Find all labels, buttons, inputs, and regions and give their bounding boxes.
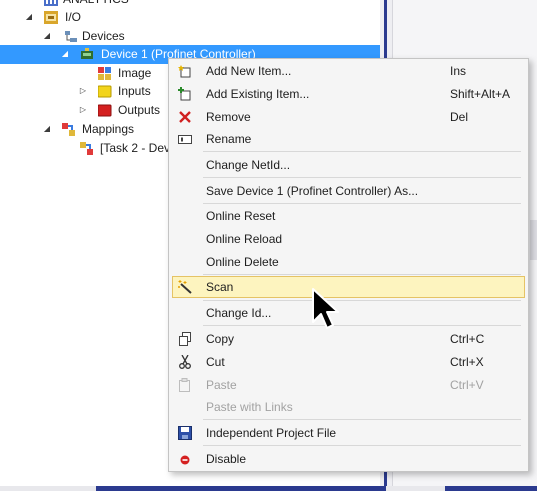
menu-item-shortcut: Shift+Alt+A <box>450 87 511 101</box>
tree-item-label: Mappings <box>82 122 135 136</box>
mouse-pointer-icon <box>312 288 339 329</box>
menu-separator <box>203 300 521 301</box>
menu-item-label: Paste <box>206 378 237 392</box>
io-icon <box>44 11 58 24</box>
menu-item-shortcut: Del <box>450 110 469 124</box>
mappings-icon <box>62 123 75 136</box>
menu-item-label: Rename <box>206 132 252 146</box>
scan-wand-icon <box>178 280 192 294</box>
menu-item-scan[interactable]: Scan <box>172 276 525 298</box>
devices-icon <box>65 31 77 42</box>
menu-item-label: Add Existing Item... <box>206 87 310 101</box>
menu-separator <box>203 177 521 178</box>
menu-item-label: Disable <box>206 452 247 466</box>
image-icon <box>98 67 111 80</box>
menu-item-shortcut: Ctrl+V <box>450 378 484 392</box>
tree-item-label: Outputs <box>118 103 161 117</box>
floppy-disk-icon <box>178 426 192 440</box>
bottom-bar <box>0 486 537 491</box>
mapping-link-icon <box>80 142 93 155</box>
collapse-arrow-icon[interactable]: ◢ <box>60 49 70 59</box>
profinet-device-icon <box>81 48 93 59</box>
menu-item-cut[interactable]: Cut Ctrl+X <box>172 351 525 373</box>
menu-item-independent-project-file[interactable]: Independent Project File <box>172 422 525 444</box>
menu-item-save-as[interactable]: Save Device 1 (Profinet Controller) As..… <box>172 180 525 202</box>
menu-separator <box>203 151 521 152</box>
paste-icon <box>179 378 190 392</box>
menu-item-label: Scan <box>206 280 234 294</box>
menu-separator <box>203 419 521 420</box>
right-panel-edge <box>530 220 537 260</box>
menu-item-label: Change NetId... <box>206 158 291 172</box>
menu-separator <box>203 445 521 446</box>
menu-item-online-reload[interactable]: Online Reload <box>172 228 525 250</box>
add-existing-item-icon <box>178 87 191 101</box>
menu-item-rename[interactable]: Rename <box>172 128 525 150</box>
menu-item-label: Save Device 1 (Profinet Controller) As..… <box>206 184 419 198</box>
menu-item-change-id[interactable]: Change Id... <box>172 302 525 324</box>
menu-item-add-existing-item[interactable]: Add Existing Item... Shift+Alt+A <box>172 83 525 105</box>
analytics-icon <box>44 0 58 6</box>
context-menu: Add New Item... Ins Add Existing Item...… <box>168 58 529 472</box>
expand-arrow-icon[interactable]: ▷ <box>78 105 88 115</box>
menu-item-label: Online Delete <box>206 255 279 269</box>
menu-item-label: Add New Item... <box>206 64 292 78</box>
menu-item-disable[interactable]: Disable <box>172 448 525 470</box>
inputs-icon <box>98 85 112 98</box>
outputs-icon <box>98 104 112 117</box>
menu-item-shortcut: Ctrl+X <box>450 355 484 369</box>
collapse-arrow-icon[interactable]: ◢ <box>42 124 52 134</box>
menu-item-label: Remove <box>206 110 251 124</box>
tree-item-io[interactable]: ◢ I/O <box>0 8 380 27</box>
menu-item-label: Paste with Links <box>206 400 293 414</box>
menu-item-add-new-item[interactable]: Add New Item... Ins <box>172 60 525 82</box>
menu-item-copy[interactable]: Copy Ctrl+C <box>172 328 525 350</box>
tree-item-label: Inputs <box>118 84 151 98</box>
menu-item-change-netid[interactable]: Change NetId... <box>172 154 525 176</box>
collapse-arrow-icon[interactable]: ◢ <box>42 31 52 41</box>
menu-separator <box>203 274 521 275</box>
menu-item-remove[interactable]: Remove Del <box>172 106 525 128</box>
menu-item-label: Online Reset <box>206 209 276 223</box>
remove-icon <box>179 111 191 123</box>
menu-item-online-reset[interactable]: Online Reset <box>172 205 525 227</box>
menu-item-shortcut: Ins <box>450 64 467 78</box>
expand-arrow-icon[interactable]: ▷ <box>78 86 88 96</box>
tree-item-label: I/O <box>65 10 82 24</box>
menu-item-label: Independent Project File <box>206 426 337 440</box>
menu-separator <box>203 325 521 326</box>
bottom-bar-segment <box>96 486 386 491</box>
menu-item-label: Online Reload <box>206 232 283 246</box>
add-new-item-icon <box>178 65 191 78</box>
tree-item-label: Devices <box>82 29 125 43</box>
bottom-bar-segment <box>445 486 537 491</box>
menu-item-label: Change Id... <box>206 306 272 320</box>
menu-item-shortcut: Ctrl+C <box>450 332 485 346</box>
menu-item-online-delete[interactable]: Online Delete <box>172 251 525 273</box>
cut-icon <box>179 355 191 369</box>
menu-item-label: Copy <box>206 332 235 346</box>
menu-item-paste[interactable]: Paste Ctrl+V <box>172 374 525 396</box>
tree-item-label: Image <box>118 66 152 80</box>
copy-icon <box>179 332 191 346</box>
rename-icon <box>178 135 192 144</box>
tree-item-devices[interactable]: ◢ Devices <box>0 27 380 46</box>
menu-separator <box>203 203 521 204</box>
disable-icon <box>180 455 190 465</box>
collapse-arrow-icon[interactable]: ◢ <box>24 12 34 22</box>
menu-item-label: Cut <box>206 355 225 369</box>
menu-item-paste-with-links[interactable]: Paste with Links <box>172 396 525 418</box>
